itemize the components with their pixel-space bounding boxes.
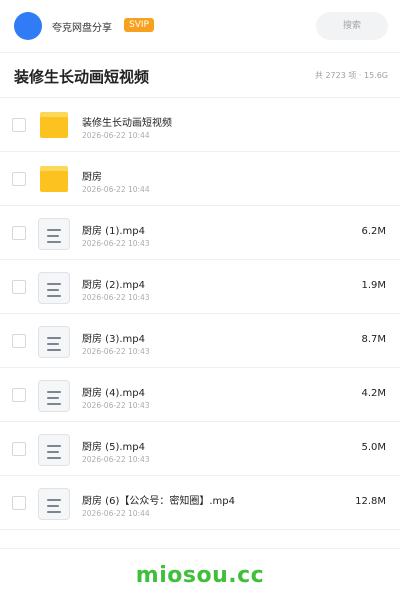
watermark: miosou.cc: [135, 563, 265, 588]
item-date: 2026-06-22 10:43: [82, 347, 150, 356]
page-title: 装修生长动画短视频: [14, 68, 150, 86]
item-size: 1.9M: [361, 280, 386, 291]
share-source-label: 夸克网盘分享: [52, 23, 112, 34]
item-size: 8.7M: [361, 334, 386, 345]
row-checkbox[interactable]: [12, 118, 26, 132]
file-list: 装修生长动画短视频 2026-06-22 10:44 厨房 2026-06-22…: [0, 98, 400, 530]
item-size: 5.0M: [361, 442, 386, 453]
file-icon: [38, 488, 70, 520]
file-icon: [38, 434, 70, 466]
item-size: 12.8M: [355, 496, 386, 507]
list-item[interactable]: 厨房 2026-06-22 10:44: [0, 152, 400, 206]
item-name: 厨房 (4).mp4: [82, 388, 145, 399]
file-icon: [38, 218, 70, 250]
avatar[interactable]: [14, 12, 42, 40]
item-size: 4.2M: [361, 388, 386, 399]
item-date: 2026-06-22 10:44: [82, 509, 150, 518]
file-icon: [38, 272, 70, 304]
row-checkbox[interactable]: [12, 334, 26, 348]
list-item[interactable]: 装修生长动画短视频 2026-06-22 10:44: [0, 98, 400, 152]
row-checkbox[interactable]: [12, 172, 26, 186]
top-bar: 夸克网盘分享 SVIP: [0, 0, 400, 53]
item-date: 2026-06-22 10:43: [82, 455, 150, 464]
list-item[interactable]: 厨房 (4).mp4 2026-06-22 10:43 4.2M: [0, 368, 400, 422]
row-checkbox[interactable]: [12, 226, 26, 240]
row-checkbox[interactable]: [12, 496, 26, 510]
svip-badge: SVIP: [124, 18, 154, 32]
item-size: 6.2M: [361, 226, 386, 237]
folder-icon: [38, 110, 70, 142]
search-input[interactable]: [316, 12, 388, 40]
list-item[interactable]: 厨房 (6)【公众号：密知圈】.mp4 2026-06-22 10:44 12.…: [0, 476, 400, 530]
list-item[interactable]: 厨房 (1).mp4 2026-06-22 10:43 6.2M: [0, 206, 400, 260]
file-icon: [38, 326, 70, 358]
item-name: 厨房 (5).mp4: [82, 442, 145, 453]
folder-summary: 共 2723 项 · 15.6G: [314, 71, 388, 80]
list-item[interactable]: 厨房 (2).mp4 2026-06-22 10:43 1.9M: [0, 260, 400, 314]
row-checkbox[interactable]: [12, 280, 26, 294]
item-name: 厨房 (6)【公众号：密知圈】.mp4: [82, 496, 235, 507]
item-date: 2026-06-22 10:43: [82, 401, 150, 410]
row-checkbox[interactable]: [12, 388, 26, 402]
item-date: 2026-06-22 10:43: [82, 293, 150, 302]
item-name: 厨房 (1).mp4: [82, 226, 145, 237]
item-name: 装修生长动画短视频: [82, 118, 172, 129]
folder-icon: [38, 164, 70, 196]
folder-header: 装修生长动画短视频 共 2723 项 · 15.6G: [0, 53, 400, 98]
file-icon: [38, 380, 70, 412]
item-date: 2026-06-22 10:44: [82, 131, 150, 140]
footer: miosou.cc: [0, 548, 400, 601]
item-name: 厨房 (2).mp4: [82, 280, 145, 291]
item-date: 2026-06-22 10:43: [82, 239, 150, 248]
row-checkbox[interactable]: [12, 442, 26, 456]
list-item[interactable]: 厨房 (5).mp4 2026-06-22 10:43 5.0M: [0, 422, 400, 476]
item-date: 2026-06-22 10:44: [82, 185, 150, 194]
item-name: 厨房: [82, 172, 102, 183]
item-name: 厨房 (3).mp4: [82, 334, 145, 345]
list-item[interactable]: 厨房 (3).mp4 2026-06-22 10:43 8.7M: [0, 314, 400, 368]
